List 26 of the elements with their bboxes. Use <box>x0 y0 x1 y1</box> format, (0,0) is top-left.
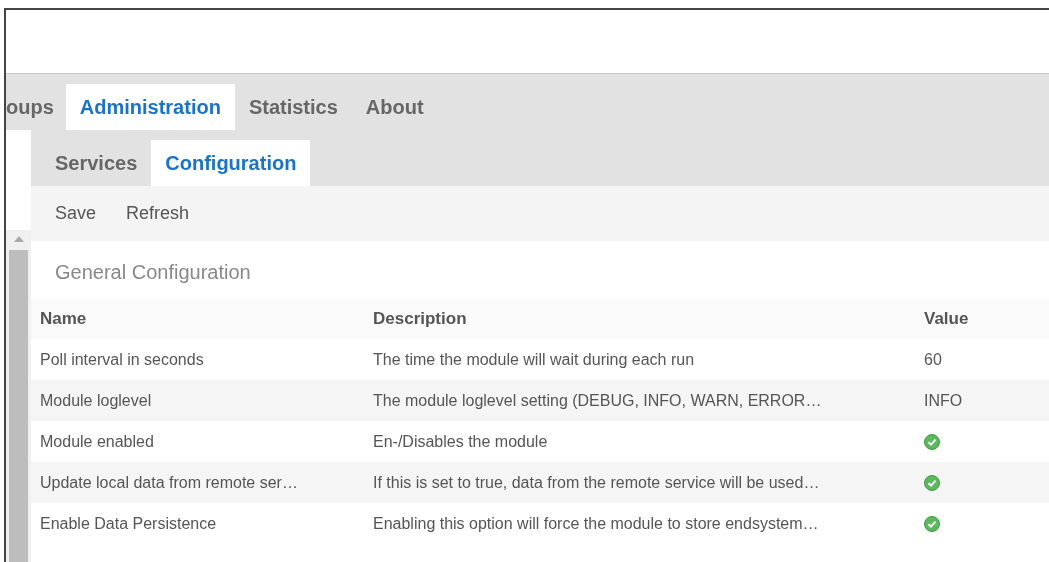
table-cell-text: Enable Data Persistence <box>39 513 218 534</box>
tab[interactable]: oups <box>6 84 66 130</box>
tab[interactable]: Administration <box>65 84 235 130</box>
table-cell-text: Update local data from remote ser… <box>39 472 299 493</box>
table-cell-text: INFO <box>924 390 963 411</box>
table-cell-text: The time the module will wait during each run <box>372 349 696 370</box>
tab[interactable]: Services <box>41 140 152 186</box>
toolbar-button[interactable]: Save <box>41 193 111 234</box>
column-header: Name <box>39 308 88 331</box>
table-cell-text: The module loglevel setting (DEBUG, INFO, WARN, ERROR… <box>372 390 823 411</box>
tab[interactable]: Configuration <box>151 140 311 186</box>
table-cell-text: Poll interval in seconds <box>39 349 205 370</box>
scrollbar[interactable] <box>6 230 31 562</box>
tab[interactable]: About <box>351 84 438 130</box>
table-cell-text: En-/Disables the module <box>372 431 549 452</box>
column-header: Value <box>923 308 970 331</box>
table-cell-text: Enabling this option will force the module to store endsystem… <box>372 513 820 534</box>
scroll-up-icon[interactable] <box>13 236 24 242</box>
table-cell-text: Module enabled <box>39 431 155 452</box>
table-cell-text: If this is set to true, data from the remote service will be used… <box>372 472 821 493</box>
toolbar-button[interactable]: Refresh <box>112 193 204 234</box>
table-cell-text: 60 <box>924 349 942 370</box>
column-header: Description <box>372 308 468 331</box>
table-cell-text: Module loglevel <box>39 390 153 411</box>
section-title: General Configuration <box>55 261 251 283</box>
tab[interactable]: Statistics <box>234 84 352 130</box>
